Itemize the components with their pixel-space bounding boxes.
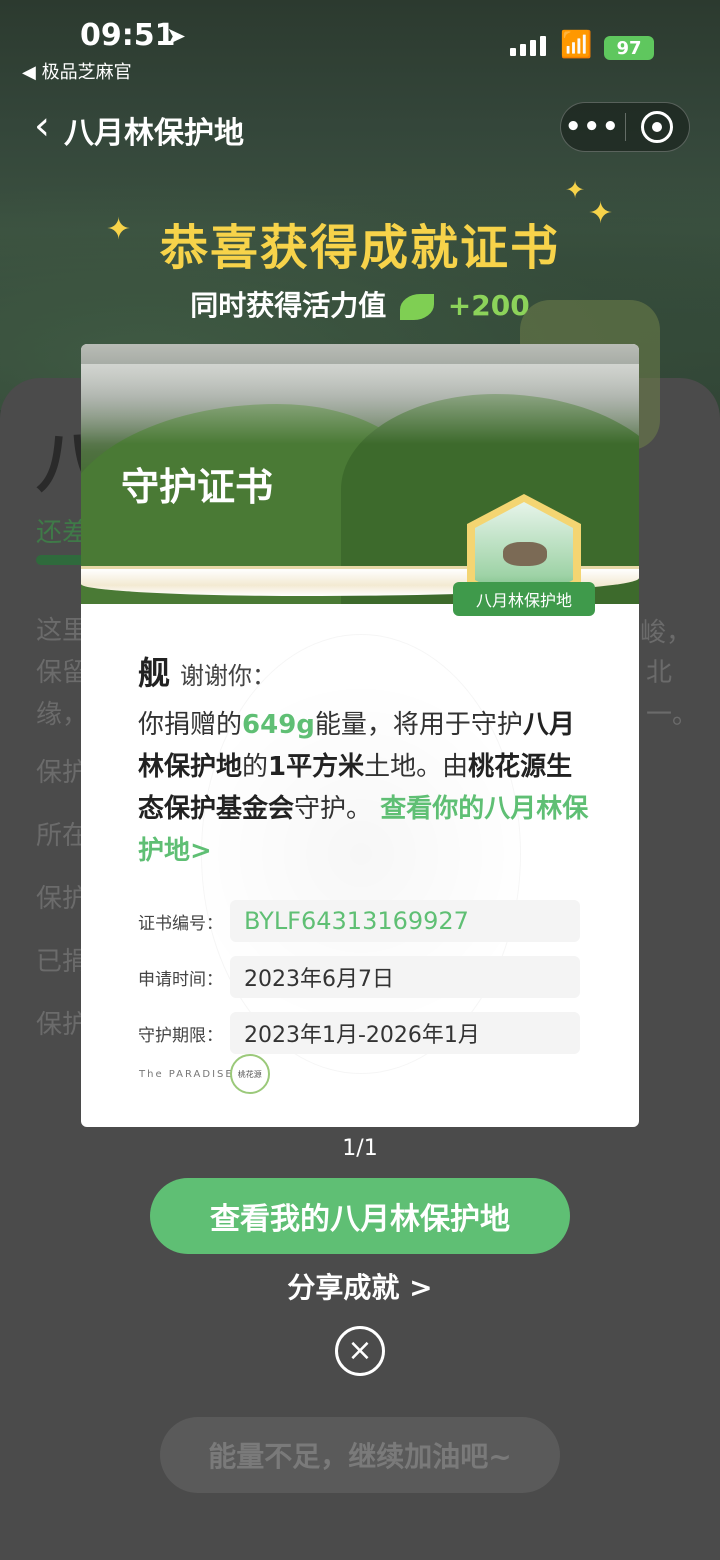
background-line: 峻， bbox=[640, 618, 693, 648]
vitality-value: +200 bbox=[447, 289, 530, 322]
body-text: 守护。 bbox=[294, 794, 373, 824]
body-text: 土地。由 bbox=[364, 752, 469, 782]
logo-text: The PARADISE bbox=[139, 1068, 234, 1080]
background-line: 北 bbox=[646, 658, 673, 688]
share-achievement-link[interactable]: 分享成就 > bbox=[0, 1266, 720, 1306]
view-my-reserve-button[interactable]: 查看我的八月林保护地 bbox=[150, 1178, 570, 1254]
certificate-card: 守护证书 八月林保护地 舰 谢谢你： 你捐赠的649g能量，将用于守护八月林保护… bbox=[81, 344, 639, 1127]
back-to-app-link[interactable]: ◀ 极品芝麻官 bbox=[22, 58, 132, 84]
energy-amount: 649g bbox=[242, 710, 315, 740]
body-text: 能量，将用于守护 bbox=[314, 710, 523, 740]
background-line: 一。 bbox=[646, 700, 699, 730]
field-label: 证书编号： bbox=[138, 913, 223, 934]
guard-period-row: 守护期限： 2023年1月-2026年1月 bbox=[138, 1012, 580, 1054]
battery-icon: 97 bbox=[604, 36, 654, 60]
page-title: 八月林保护地 bbox=[64, 116, 244, 151]
location-arrow-icon: ➤ bbox=[166, 22, 187, 50]
cellular-signal-icon bbox=[510, 36, 546, 56]
guard-period: 2023年1月-2026年1月 bbox=[230, 1012, 580, 1054]
paradise-logo: The PARADISE 桃花源 bbox=[139, 1054, 270, 1094]
recipient-line: 舰 谢谢你： bbox=[138, 648, 276, 694]
page-indicator: 1/1 bbox=[342, 1136, 378, 1161]
status-bar: 09:51 ➤ ◀ 极品芝麻官 📶 97 bbox=[0, 0, 720, 90]
body-text: 你捐赠的 bbox=[138, 710, 243, 740]
area-size: 1平方米 bbox=[268, 752, 365, 782]
reserve-badge: 八月林保护地 bbox=[453, 494, 595, 624]
congrats-title: 恭喜获得成就证书 bbox=[159, 220, 560, 276]
certificate-number: BYLF64313169927 bbox=[230, 900, 580, 942]
more-button[interactable]: ••• bbox=[561, 112, 625, 142]
thanks-text: 谢谢你： bbox=[180, 662, 277, 690]
certificate-body: 你捐赠的649g能量，将用于守护八月林保护地的1平方米土地。由桃花源生态保护基金… bbox=[138, 704, 598, 872]
certificate-title: 守护证书 bbox=[121, 465, 274, 509]
back-chevron-icon[interactable]: ‹ bbox=[34, 106, 50, 146]
sparkle-icon: ✦ bbox=[565, 176, 586, 204]
miniprogram-capsule: ••• bbox=[560, 102, 690, 152]
vitality-label: 同时获得活力值 bbox=[190, 289, 387, 322]
badge-label: 八月林保护地 bbox=[453, 582, 595, 616]
body-text: 的 bbox=[242, 752, 269, 782]
apply-date-row: 申请时间： 2023年6月7日 bbox=[138, 956, 580, 998]
leaf-icon bbox=[400, 294, 435, 320]
red-panda-icon bbox=[503, 542, 547, 566]
wifi-icon: 📶 bbox=[560, 30, 593, 60]
close-icon[interactable]: × bbox=[335, 1326, 385, 1376]
field-label: 守护期限： bbox=[138, 1025, 223, 1046]
insufficient-energy-button: 能量不足，继续加油吧~ bbox=[160, 1417, 560, 1493]
recipient-name: 舰 bbox=[138, 654, 171, 692]
field-label: 申请时间： bbox=[138, 969, 223, 990]
apply-date: 2023年6月7日 bbox=[230, 956, 580, 998]
close-miniprogram-button[interactable] bbox=[626, 111, 690, 143]
status-time: 09:51 bbox=[80, 18, 176, 53]
certificate-number-row: 证书编号： BYLF64313169927 bbox=[138, 900, 580, 942]
logo-seal: 桃花源 bbox=[229, 1054, 270, 1094]
